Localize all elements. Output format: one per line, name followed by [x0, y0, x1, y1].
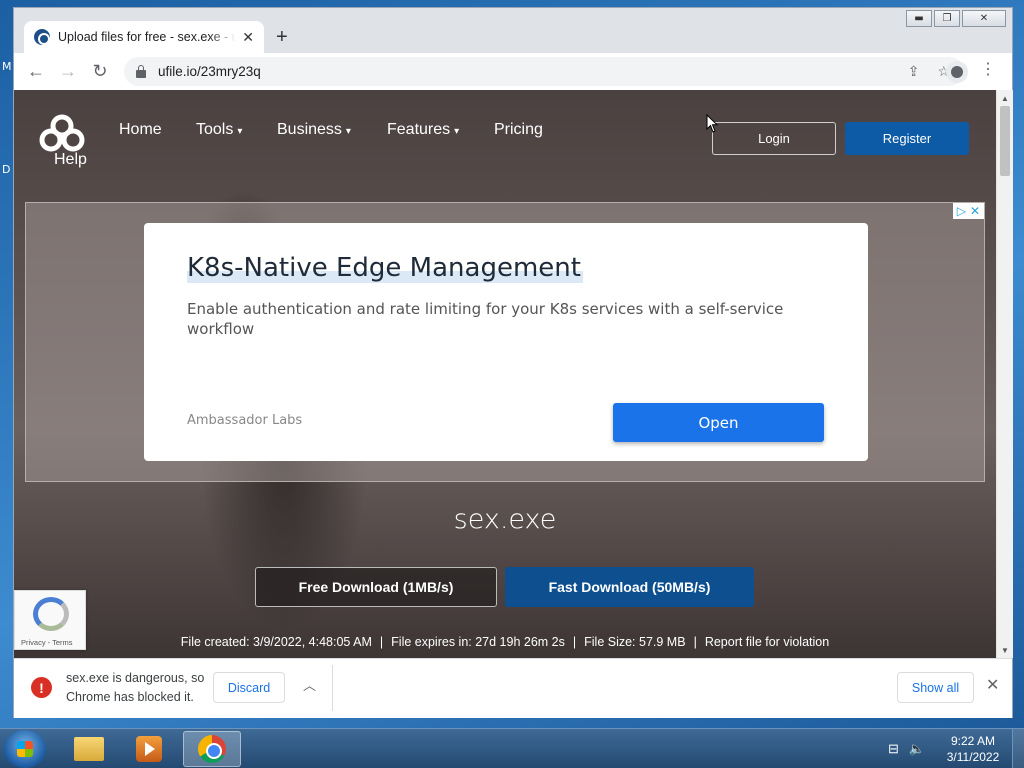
back-arrow-icon[interactable]: ←	[20, 61, 52, 82]
site-header: Help Home Tools ▾ Business ▾ Features ▾ Pri…	[14, 90, 996, 190]
show-all-button[interactable]: Show all	[897, 672, 974, 703]
system-tray: ⊟ 🔈	[888, 741, 925, 757]
close-shelf-icon[interactable]: ✕	[986, 675, 999, 695]
tab-close-icon[interactable]: ✕	[242, 29, 254, 46]
report-violation-link[interactable]: Report file for violation	[705, 635, 829, 649]
volume-icon[interactable]: 🔈	[909, 741, 925, 757]
network-icon[interactable]: ⊟	[888, 741, 899, 757]
ad-title[interactable]: K8s-Native Edge Management	[187, 253, 583, 283]
register-button[interactable]: Register	[845, 122, 969, 155]
close-window-button[interactable]: ✕	[962, 10, 1006, 27]
forward-arrow-icon[interactable]: →	[52, 61, 84, 82]
desktop-icon-label-fragment: M	[2, 60, 12, 73]
lock-icon[interactable]	[136, 64, 146, 78]
scrollbar-thumb[interactable]	[1000, 106, 1010, 176]
desktop-icon-label-fragment: D	[2, 163, 11, 176]
tab-strip: Upload files for free - sex.exe - ufile.…	[14, 8, 1012, 53]
ad-advertiser: Ambassador Labs	[187, 413, 303, 428]
nav-pricing[interactable]: Pricing	[494, 121, 543, 139]
share-icon[interactable]: ⇪	[908, 63, 920, 80]
tab-ufile[interactable]: Upload files for free - sex.exe - ufile.…	[24, 21, 264, 53]
taskbar-clock[interactable]: 9:22 AM 3/11/2022	[940, 733, 1006, 765]
maximize-button[interactable]: ❐	[934, 10, 960, 27]
show-desktop-button[interactable]	[1012, 729, 1024, 768]
ufile-favicon-icon	[34, 29, 50, 45]
scroll-down-icon[interactable]: ▼	[1001, 646, 1009, 655]
download-warning-text: sex.exe is dangerous, so Chrome has bloc…	[66, 671, 205, 704]
chrome-icon	[198, 735, 226, 763]
file-metadata: File created: 3/9/2022, 4:48:05 AM | File …	[14, 635, 996, 649]
chevron-down-icon: ▾	[454, 126, 460, 137]
nav-business[interactable]: Business ▾	[277, 121, 351, 139]
meta-separator: |	[379, 635, 384, 649]
browser-window: Upload files for free - sex.exe - ufile.…	[13, 7, 1013, 718]
nav-tools-label: Tools	[196, 121, 234, 138]
window-controls: ▬ ❐ ✕	[906, 10, 1006, 27]
ad-description: Enable authentication and rate limiting …	[187, 300, 784, 338]
start-button[interactable]	[4, 730, 46, 768]
meta-separator: |	[572, 635, 577, 649]
chevron-up-icon[interactable]: ︿	[303, 675, 316, 694]
file-name-heading: sex.exe	[453, 504, 557, 535]
recaptcha-links[interactable]: Privacy - Terms	[21, 638, 73, 647]
browser-menu-icon[interactable]: ⋮	[980, 62, 996, 78]
minimize-button[interactable]: ▬	[906, 10, 932, 27]
login-button[interactable]: Login	[712, 122, 836, 155]
media-player-icon	[136, 736, 162, 762]
chevron-down-icon: ▾	[345, 126, 351, 137]
shelf-divider	[332, 665, 333, 711]
file-created: File created: 3/9/2022, 4:48:05 AM	[180, 635, 372, 649]
folder-icon	[74, 737, 104, 761]
chevron-down-icon: ▾	[237, 126, 243, 137]
clock-date: 3/11/2022	[946, 750, 1000, 764]
page-viewport: Help Home Tools ▾ Business ▾ Features ▾ Pri…	[14, 90, 996, 658]
omnibox-actions: ⇪ ☆	[908, 63, 950, 80]
fast-download-button[interactable]: Fast Download (50MB/s)	[505, 567, 754, 607]
file-expires: File expires in: 27d 19h 26m 2s	[391, 635, 565, 649]
address-bar[interactable]: ufile.io/23mry23q ⇪ ☆	[124, 57, 964, 86]
help-link[interactable]: Help	[54, 151, 87, 169]
ad-choices-badge[interactable]: ▷ ✕	[952, 203, 984, 219]
taskbar: ⊟ 🔈 9:22 AM 3/11/2022	[0, 728, 1024, 768]
ad-close-icon[interactable]: ✕	[970, 204, 980, 218]
taskbar-explorer[interactable]	[60, 731, 118, 767]
tab-title: Upload files for free - sex.exe - ufile.…	[58, 30, 236, 44]
ad-open-button[interactable]: Open	[613, 403, 824, 442]
clock-time: 9:22 AM	[950, 734, 996, 748]
download-shelf: ! sex.exe is dangerous, so Chrome has bl…	[14, 658, 1012, 718]
ad-banner[interactable]: ▷ ✕ K8s-Native Edge Management Enable au…	[25, 202, 985, 482]
page-scrollbar[interactable]: ▲ ▼	[996, 90, 1013, 658]
recaptcha-badge[interactable]: Privacy - Terms	[14, 590, 86, 650]
nav-home[interactable]: Home	[119, 121, 162, 139]
nav-features[interactable]: Features ▾	[387, 121, 459, 139]
mouse-cursor-icon	[706, 114, 718, 133]
file-size: File Size: 57.9 MB	[584, 635, 686, 649]
recaptcha-icon	[33, 597, 69, 631]
url-text[interactable]: ufile.io/23mry23q	[158, 64, 261, 79]
free-download-button[interactable]: Free Download (1MB/s)	[255, 567, 497, 607]
danger-warning-icon: !	[31, 677, 52, 698]
browser-toolbar: ← → ↻ ufile.io/23mry23q ⇪ ☆ ⋮	[14, 53, 1012, 90]
meta-separator: |	[693, 635, 697, 649]
nav-features-label: Features	[387, 121, 451, 138]
discard-button[interactable]: Discard	[213, 672, 285, 703]
nav-tools[interactable]: Tools ▾	[196, 121, 242, 139]
ufile-logo-icon[interactable]	[38, 114, 86, 152]
reload-icon[interactable]: ↻	[84, 61, 116, 82]
taskbar-chrome[interactable]	[183, 731, 241, 767]
nav-business-label: Business	[277, 121, 342, 138]
scroll-up-icon[interactable]: ▲	[1001, 94, 1009, 103]
ad-card[interactable]: K8s-Native Edge Management Enable authen…	[144, 223, 868, 461]
taskbar-media-player[interactable]	[120, 731, 178, 767]
profile-avatar-icon[interactable]	[946, 61, 968, 83]
adchoices-icon[interactable]: ▷	[957, 204, 966, 218]
new-tab-button[interactable]: +	[276, 26, 288, 49]
